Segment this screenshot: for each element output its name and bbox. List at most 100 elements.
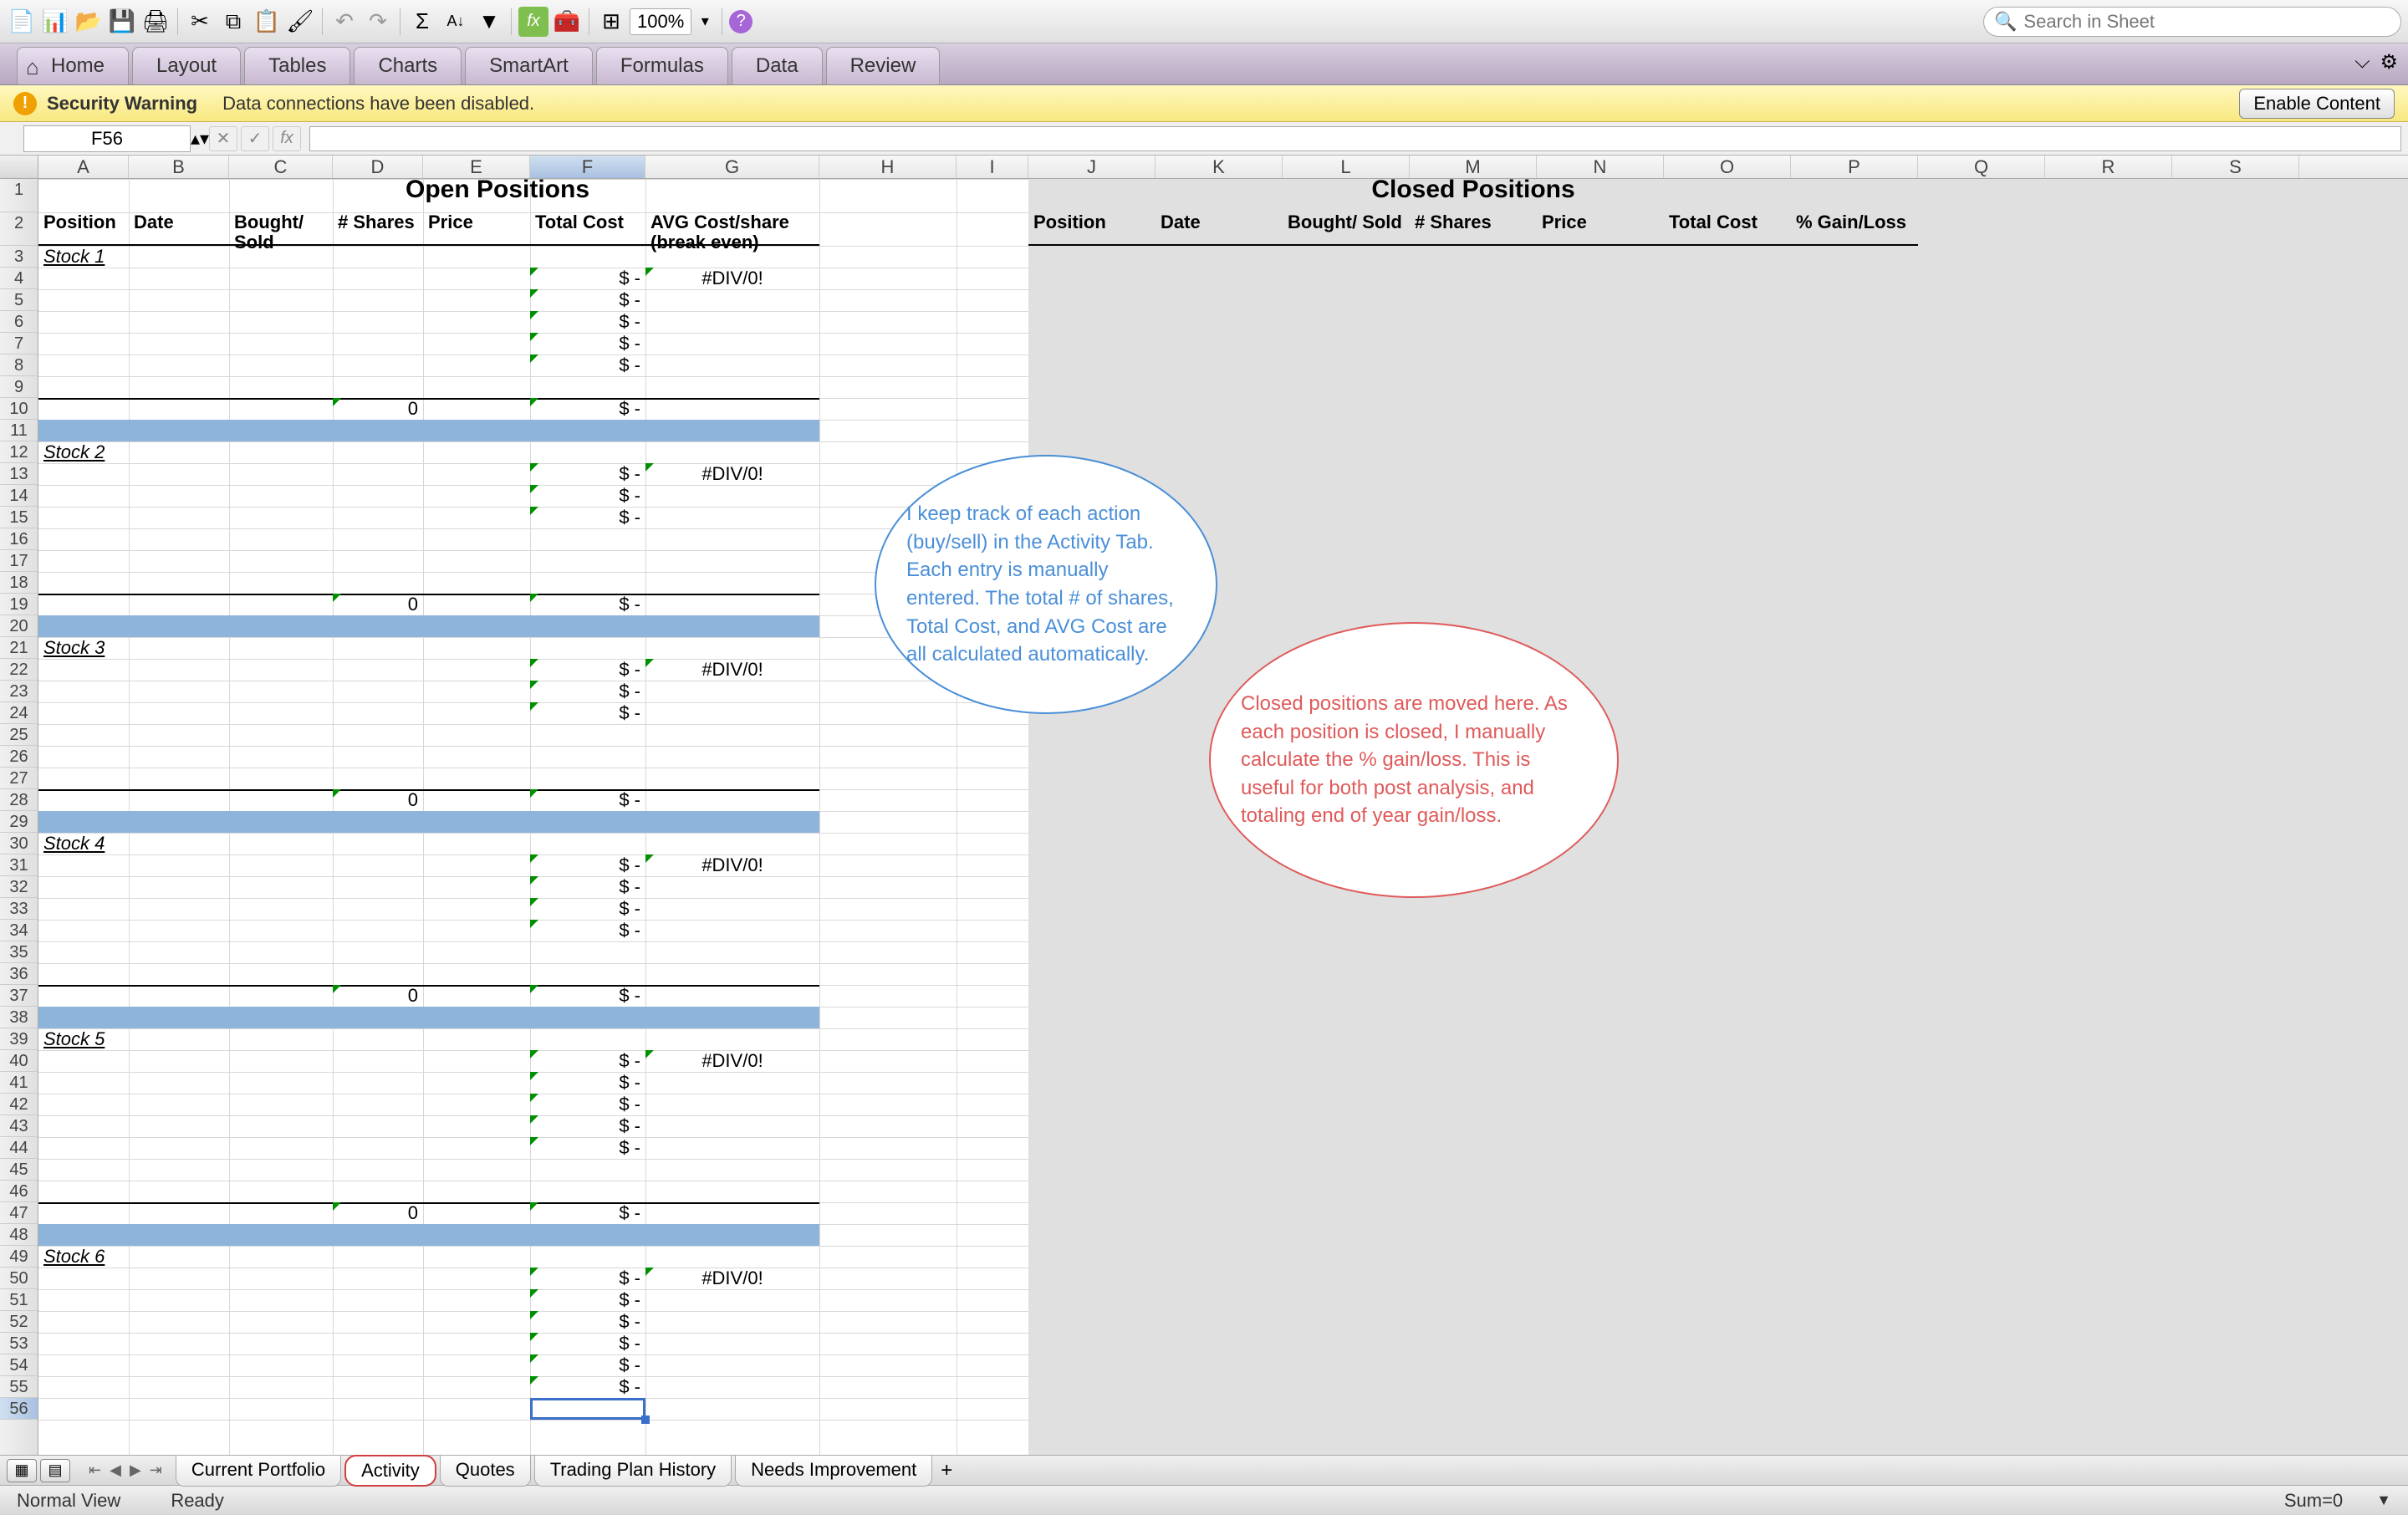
row-header-10[interactable]: 10 [0, 398, 38, 420]
col-header-N[interactable]: N [1537, 156, 1664, 178]
cell[interactable]: Open Positions [38, 179, 957, 212]
cell[interactable]: $ - [530, 289, 645, 311]
sheet-tab[interactable]: Activity [344, 1455, 436, 1487]
row-header-24[interactable]: 24 [0, 702, 38, 724]
row-header-5[interactable]: 5 [0, 289, 38, 311]
col-header-S[interactable]: S [2172, 156, 2299, 178]
zoom-display[interactable]: 100% [630, 8, 691, 35]
cell[interactable]: Stock 4 [38, 833, 129, 854]
row-header-43[interactable]: 43 [0, 1115, 38, 1137]
cell[interactable]: Stock 1 [38, 246, 129, 268]
cell[interactable]: $ - [530, 594, 645, 615]
cell[interactable]: #DIV/0! [645, 1268, 819, 1289]
sheet-tab[interactable]: Trading Plan History [534, 1455, 732, 1487]
col-header-R[interactable]: R [2045, 156, 2172, 178]
col-header-I[interactable]: I [957, 156, 1028, 178]
row-header-36[interactable]: 36 [0, 963, 38, 985]
row-header-33[interactable]: 33 [0, 898, 38, 920]
col-header-G[interactable]: G [645, 156, 819, 178]
cell[interactable]: Total Cost [530, 212, 645, 246]
enable-content-button[interactable]: Enable Content [2239, 89, 2395, 119]
help-icon[interactable]: ? [729, 10, 752, 33]
cell[interactable]: $ - [530, 1376, 645, 1398]
cell[interactable]: $ - [530, 898, 645, 920]
col-header-K[interactable]: K [1156, 156, 1283, 178]
tab-formulas[interactable]: Formulas [596, 47, 728, 84]
row-header-32[interactable]: 32 [0, 876, 38, 898]
cell[interactable]: Date [129, 212, 229, 246]
cell[interactable]: Stock 6 [38, 1246, 129, 1268]
row-header-27[interactable]: 27 [0, 768, 38, 789]
row-header-26[interactable]: 26 [0, 746, 38, 768]
cell[interactable]: $ - [530, 1072, 645, 1094]
cell[interactable]: $ - [530, 1115, 645, 1137]
open-icon[interactable]: 📊 [40, 7, 70, 37]
row-header-13[interactable]: 13 [0, 463, 38, 485]
row-header-6[interactable]: 6 [0, 311, 38, 333]
cell[interactable]: $ - [530, 463, 645, 485]
row-header-56[interactable]: 56 [0, 1398, 38, 1420]
row-header-53[interactable]: 53 [0, 1333, 38, 1354]
search-input[interactable] [2023, 11, 2390, 33]
fx-icon[interactable]: fx [518, 7, 548, 37]
cancel-formula-icon[interactable]: ✕ [209, 126, 237, 151]
col-header-Q[interactable]: Q [1918, 156, 2045, 178]
row-header-37[interactable]: 37 [0, 985, 38, 1007]
cell[interactable]: $ - [530, 1289, 645, 1311]
normal-view-icon[interactable]: ▦ [7, 1459, 37, 1482]
cell[interactable]: # Shares [333, 212, 423, 246]
tab-tables[interactable]: Tables [244, 47, 350, 84]
col-header-F[interactable]: F [530, 156, 645, 178]
row-header-28[interactable]: 28 [0, 789, 38, 811]
copy-icon[interactable]: ⧉ [218, 7, 248, 37]
row-header-54[interactable]: 54 [0, 1354, 38, 1376]
cell[interactable]: 0 [333, 1202, 423, 1224]
cell[interactable]: #DIV/0! [645, 1050, 819, 1072]
cell[interactable]: $ - [530, 659, 645, 681]
cell-grid[interactable]: Open PositionsClosed PositionsPositionDa… [38, 179, 2408, 1455]
cell[interactable]: $ - [530, 507, 645, 528]
row-header-51[interactable]: 51 [0, 1289, 38, 1311]
tab-layout[interactable]: Layout [132, 47, 241, 84]
row-header-14[interactable]: 14 [0, 485, 38, 507]
redo-icon[interactable]: ↷ [363, 7, 393, 37]
cell[interactable]: $ - [530, 920, 645, 941]
cell[interactable]: 0 [333, 985, 423, 1007]
row-header-9[interactable]: 9 [0, 376, 38, 398]
cell[interactable]: $ - [530, 985, 645, 1007]
row-header-50[interactable]: 50 [0, 1268, 38, 1289]
row-header-20[interactable]: 20 [0, 615, 38, 637]
row-header-30[interactable]: 30 [0, 833, 38, 854]
cell[interactable]: $ - [530, 268, 645, 289]
cell[interactable]: $ - [530, 1137, 645, 1159]
tab-next-icon[interactable]: ▶ [126, 1461, 145, 1479]
cell[interactable]: $ - [530, 1354, 645, 1376]
cell[interactable]: Position [1028, 212, 1156, 246]
paste-icon[interactable]: 📋 [252, 7, 282, 37]
row-header-31[interactable]: 31 [0, 854, 38, 876]
row-header-29[interactable]: 29 [0, 811, 38, 833]
col-header-C[interactable]: C [229, 156, 333, 178]
sheet-tab[interactable]: Current Portfolio [176, 1455, 341, 1487]
save-icon[interactable]: 💾 [107, 7, 137, 37]
cell[interactable]: 0 [333, 594, 423, 615]
cell[interactable]: $ - [530, 485, 645, 507]
undo-icon[interactable]: ↶ [329, 7, 360, 37]
row-header-44[interactable]: 44 [0, 1137, 38, 1159]
row-header-12[interactable]: 12 [0, 441, 38, 463]
col-header-O[interactable]: O [1664, 156, 1791, 178]
tab-first-icon[interactable]: ⇤ [85, 1461, 105, 1479]
cell[interactable]: Price [423, 212, 530, 246]
col-header-B[interactable]: B [129, 156, 229, 178]
tab-data[interactable]: Data [732, 47, 823, 84]
row-header-16[interactable]: 16 [0, 528, 38, 550]
sort-icon[interactable]: A↓ [441, 7, 471, 37]
row-header-21[interactable]: 21 [0, 637, 38, 659]
cell[interactable]: Bought/ Sold [229, 212, 333, 246]
name-box[interactable]: F56 [23, 125, 191, 152]
row-header-2[interactable]: 2 [0, 212, 38, 246]
cell[interactable]: $ - [530, 702, 645, 724]
col-header-J[interactable]: J [1028, 156, 1156, 178]
ribbon-collapse-icon[interactable]: ⌵ [2354, 50, 2370, 74]
row-header-22[interactable]: 22 [0, 659, 38, 681]
